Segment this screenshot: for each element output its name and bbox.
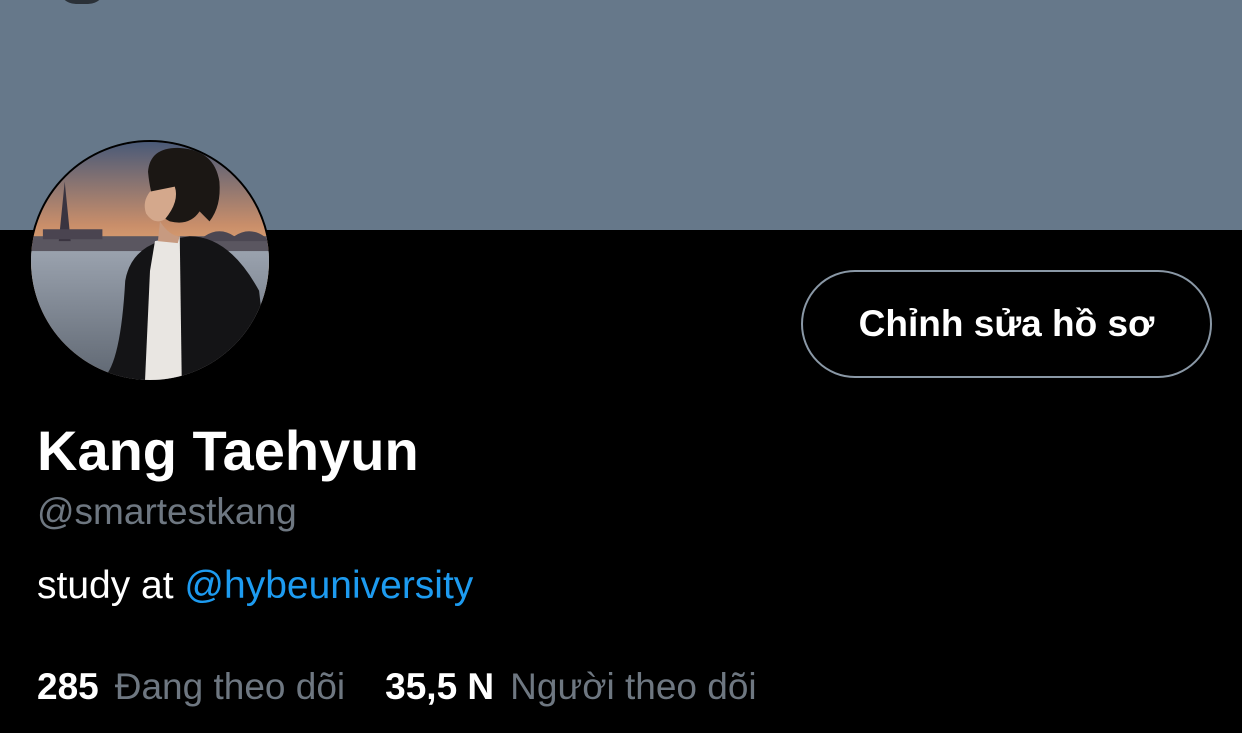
avatar-photo: [31, 142, 269, 380]
profile-display-name: Kang Taehyun: [37, 419, 419, 482]
edit-profile-button[interactable]: Chỉnh sửa hồ sơ: [801, 270, 1212, 378]
followers-stat[interactable]: 35,5 N Người theo dõi: [385, 664, 757, 710]
following-count: 285: [37, 666, 99, 707]
profile-avatar[interactable]: [29, 140, 271, 382]
followers-count: 35,5 N: [385, 666, 495, 707]
following-stat[interactable]: 285 Đang theo dõi: [37, 664, 345, 710]
profile-stats: 285 Đang theo dõi 35,5 N Người theo dõi: [37, 664, 757, 710]
top-nav-avatar[interactable]: [58, 0, 106, 4]
profile-handle: @smartestkang: [37, 491, 297, 532]
profile-bio: study at @hybeuniversity: [37, 563, 473, 609]
bio-mention-link[interactable]: @hybeuniversity: [184, 564, 473, 607]
following-label: Đang theo dõi: [114, 666, 346, 707]
bio-text: study at: [37, 564, 185, 607]
followers-label: Người theo dõi: [510, 666, 757, 707]
